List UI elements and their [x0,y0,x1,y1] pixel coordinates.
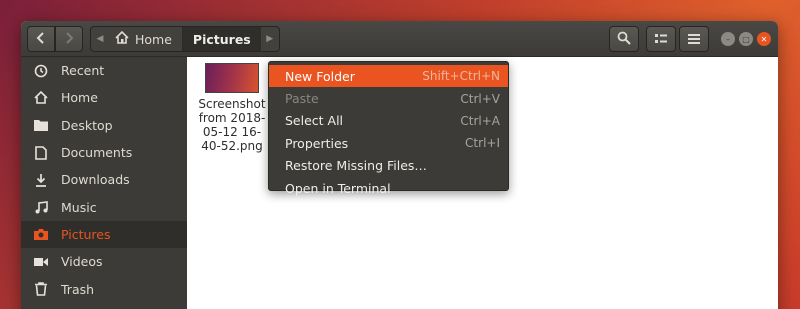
sidebar-item-pictures[interactable]: Pictures [21,220,187,249]
download-icon [21,173,61,187]
breadcrumb-left-arrow[interactable]: ◀ [91,27,109,51]
menu-item-label: Properties [285,135,349,151]
search-button[interactable] [609,26,639,52]
music-icon [21,200,61,214]
sidebar-item-label: Videos [61,254,103,270]
menu-item-accel: Ctrl+V [460,91,500,106]
sidebar-item-label: Pictures [61,226,111,242]
sidebar-item-recent[interactable]: Recent [21,57,187,84]
file-name: Screenshot from 2018-05-12 16-40-52.png [198,97,266,153]
sidebar-item-label: Documents [61,145,133,161]
window-controls: – □ ✕ [721,32,771,46]
sidebar-item-label: Home [61,90,98,106]
menu-item-open-in-terminal[interactable]: Open in Terminal [269,177,508,199]
view-toggle-icon [655,32,667,47]
video-icon [21,257,61,267]
trash-icon [21,282,61,296]
chevron-right-icon [64,31,74,47]
breadcrumb-home-label: Home [135,31,172,47]
home-icon [115,30,129,47]
menu-item-paste[interactable]: Paste Ctrl+V [269,87,508,109]
menu-item-new-folder[interactable]: New Folder Shift+Ctrl+N [269,65,508,88]
forward-button[interactable] [55,26,83,52]
sidebar: Recent Home Desktop Documents Downloads [21,57,187,309]
menu-item-accel: Shift+Ctrl+N [422,69,500,84]
sidebar-item-desktop[interactable]: Desktop [21,112,187,139]
menu-item-select-all[interactable]: Select All Ctrl+A [269,110,508,132]
sidebar-item-label: Desktop [61,117,113,133]
header-bar: ◀ Home Pictures ▶ – □ ✕ [21,21,778,57]
breadcrumb-right-arrow[interactable]: ▶ [261,27,279,51]
menu-item-label: New Folder [285,68,355,84]
maximize-icon[interactable]: □ [739,32,753,46]
sidebar-item-downloads[interactable]: Downloads [21,166,187,193]
breadcrumb-current-label: Pictures [192,31,251,47]
sidebar-item-label: Music [61,199,97,215]
minimize-icon[interactable]: – [721,32,735,46]
menu-item-label: Open in Terminal [285,180,391,196]
menu-item-label: Restore Missing Files… [285,158,427,174]
context-menu: New Folder Shift+Ctrl+N Paste Ctrl+V Sel… [268,61,509,196]
sidebar-item-home[interactable]: Home [21,84,187,111]
menu-button[interactable] [679,26,709,52]
view-toggle-button[interactable] [646,26,676,52]
search-icon [617,31,631,48]
menu-item-properties[interactable]: Properties Ctrl+I [269,132,508,154]
menu-item-accel: Ctrl+I [465,136,500,151]
clock-icon [21,64,61,78]
sidebar-item-label: Downloads [61,172,130,188]
chevron-left-icon [36,31,46,47]
image-thumbnail [205,63,259,93]
sidebar-item-trash[interactable]: Trash [21,275,187,302]
folder-icon [21,119,61,132]
sidebar-item-music[interactable]: Music [21,193,187,220]
camera-icon [21,228,61,241]
menu-item-accel: Ctrl+A [460,113,500,128]
sidebar-item-documents[interactable]: Documents [21,139,187,166]
hamburger-menu-icon [688,32,700,47]
sidebar-item-videos[interactable]: Videos [21,248,187,275]
home-icon [21,91,61,105]
menu-item-label: Paste [285,91,319,107]
back-button[interactable] [27,26,55,52]
menu-item-restore-missing-files[interactable]: Restore Missing Files… [269,155,508,177]
breadcrumb-current[interactable]: Pictures [182,27,261,51]
close-icon[interactable]: ✕ [757,32,771,46]
breadcrumb: ◀ Home Pictures ▶ [90,26,280,52]
menu-item-label: Select All [285,113,344,129]
file-item[interactable]: Screenshot from 2018-05-12 16-40-52.png [197,63,267,153]
sidebar-item-label: Trash [61,281,95,297]
breadcrumb-home[interactable]: Home [109,27,183,51]
sidebar-item-label: Recent [61,63,105,79]
document-icon [21,145,61,160]
